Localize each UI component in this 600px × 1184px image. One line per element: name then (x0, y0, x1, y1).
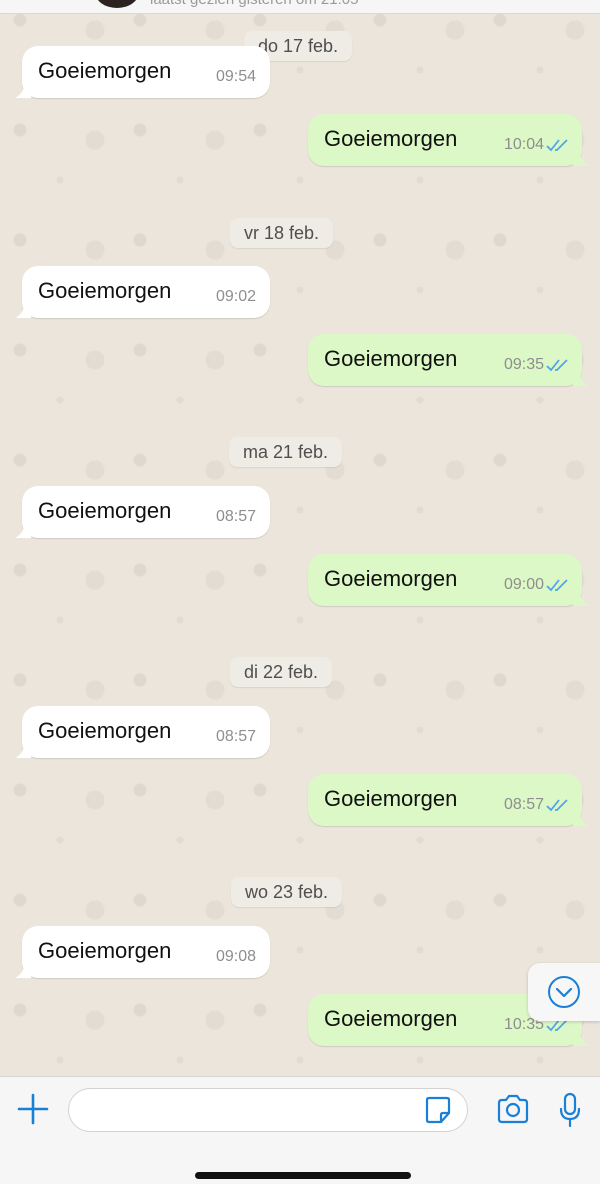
microphone-icon[interactable] (558, 1092, 582, 1128)
date-label: di 22 feb. (244, 662, 319, 682)
bubble-tail (15, 744, 31, 758)
message-time: 09:02 (215, 288, 256, 305)
bubble-tail (573, 152, 589, 166)
outgoing-message[interactable]: Goeiemorgen 09:00 (308, 554, 589, 606)
message-time: 08:57 (215, 508, 256, 525)
incoming-message[interactable]: Goeiemorgen 08:57 (15, 706, 270, 758)
message-text: Goeiemorgen (324, 786, 458, 811)
date-label: wo 23 feb. (245, 882, 329, 902)
message-time: 10:04 (503, 136, 544, 153)
outgoing-message[interactable]: Goeiemorgen 10:04 (308, 114, 589, 166)
camera-icon[interactable] (496, 1094, 530, 1124)
message-time: 08:57 (215, 728, 256, 745)
bubble-tail (15, 964, 31, 978)
bubble-tail (573, 1032, 589, 1046)
incoming-message[interactable]: Goeiemorgen 08:57 (15, 486, 270, 538)
incoming-message[interactable]: Goeiemorgen 09:54 (15, 46, 270, 98)
message-text: Goeiemorgen (38, 718, 172, 743)
message-text: Goeiemorgen (38, 498, 172, 523)
message-input[interactable] (68, 1088, 468, 1132)
date-label: do 17 feb. (258, 36, 339, 56)
message-text: Goeiemorgen (38, 278, 172, 303)
message-text: Goeiemorgen (38, 938, 172, 963)
date-separator: vr 18 feb. (230, 218, 334, 248)
date-separator: ma 21 feb. (229, 437, 343, 467)
read-ticks-icon (546, 139, 568, 152)
message-text: Goeiemorgen (324, 346, 458, 371)
date-label: vr 18 feb. (244, 223, 320, 243)
home-indicator[interactable] (195, 1172, 411, 1179)
message-text: Goeiemorgen (324, 1006, 458, 1031)
message-time: 08:57 (503, 796, 544, 813)
message-time: 09:08 (215, 948, 256, 965)
message-text: Goeiemorgen (324, 126, 458, 151)
message-time: 09:54 (215, 68, 256, 85)
bubble-tail (573, 372, 589, 386)
message-text: Goeiemorgen (324, 566, 458, 591)
incoming-message[interactable]: Goeiemorgen 09:08 (15, 926, 270, 978)
incoming-message[interactable]: Goeiemorgen 09:02 (15, 266, 270, 318)
read-ticks-icon (546, 799, 568, 812)
bubble-tail (15, 84, 31, 98)
chat-header[interactable]: laatst gezien gisteren om 21:05 (0, 0, 600, 14)
bubble-tail (15, 304, 31, 318)
outgoing-message[interactable]: Goeiemorgen 09:35 (308, 334, 589, 386)
scroll-to-bottom-button[interactable] (528, 963, 600, 1021)
outgoing-message[interactable]: Goeiemorgen 08:57 (308, 774, 589, 826)
bubble-tail (15, 524, 31, 538)
message-time: 09:00 (503, 576, 544, 593)
avatar[interactable] (95, 0, 139, 8)
last-seen-status: laatst gezien gisteren om 21:05 (150, 0, 358, 8)
sticker-icon[interactable] (424, 1095, 452, 1125)
plus-icon[interactable] (16, 1092, 50, 1126)
date-separator: di 22 feb. (230, 657, 333, 687)
read-ticks-icon (546, 579, 568, 592)
message-text: Goeiemorgen (38, 58, 172, 83)
bubble-tail (573, 812, 589, 826)
message-time: 09:35 (503, 356, 544, 373)
bubble-tail (573, 592, 589, 606)
read-ticks-icon (546, 359, 568, 372)
chevron-down-icon (548, 976, 580, 1008)
date-separator: wo 23 feb. (231, 877, 343, 907)
date-label: ma 21 feb. (243, 442, 329, 462)
